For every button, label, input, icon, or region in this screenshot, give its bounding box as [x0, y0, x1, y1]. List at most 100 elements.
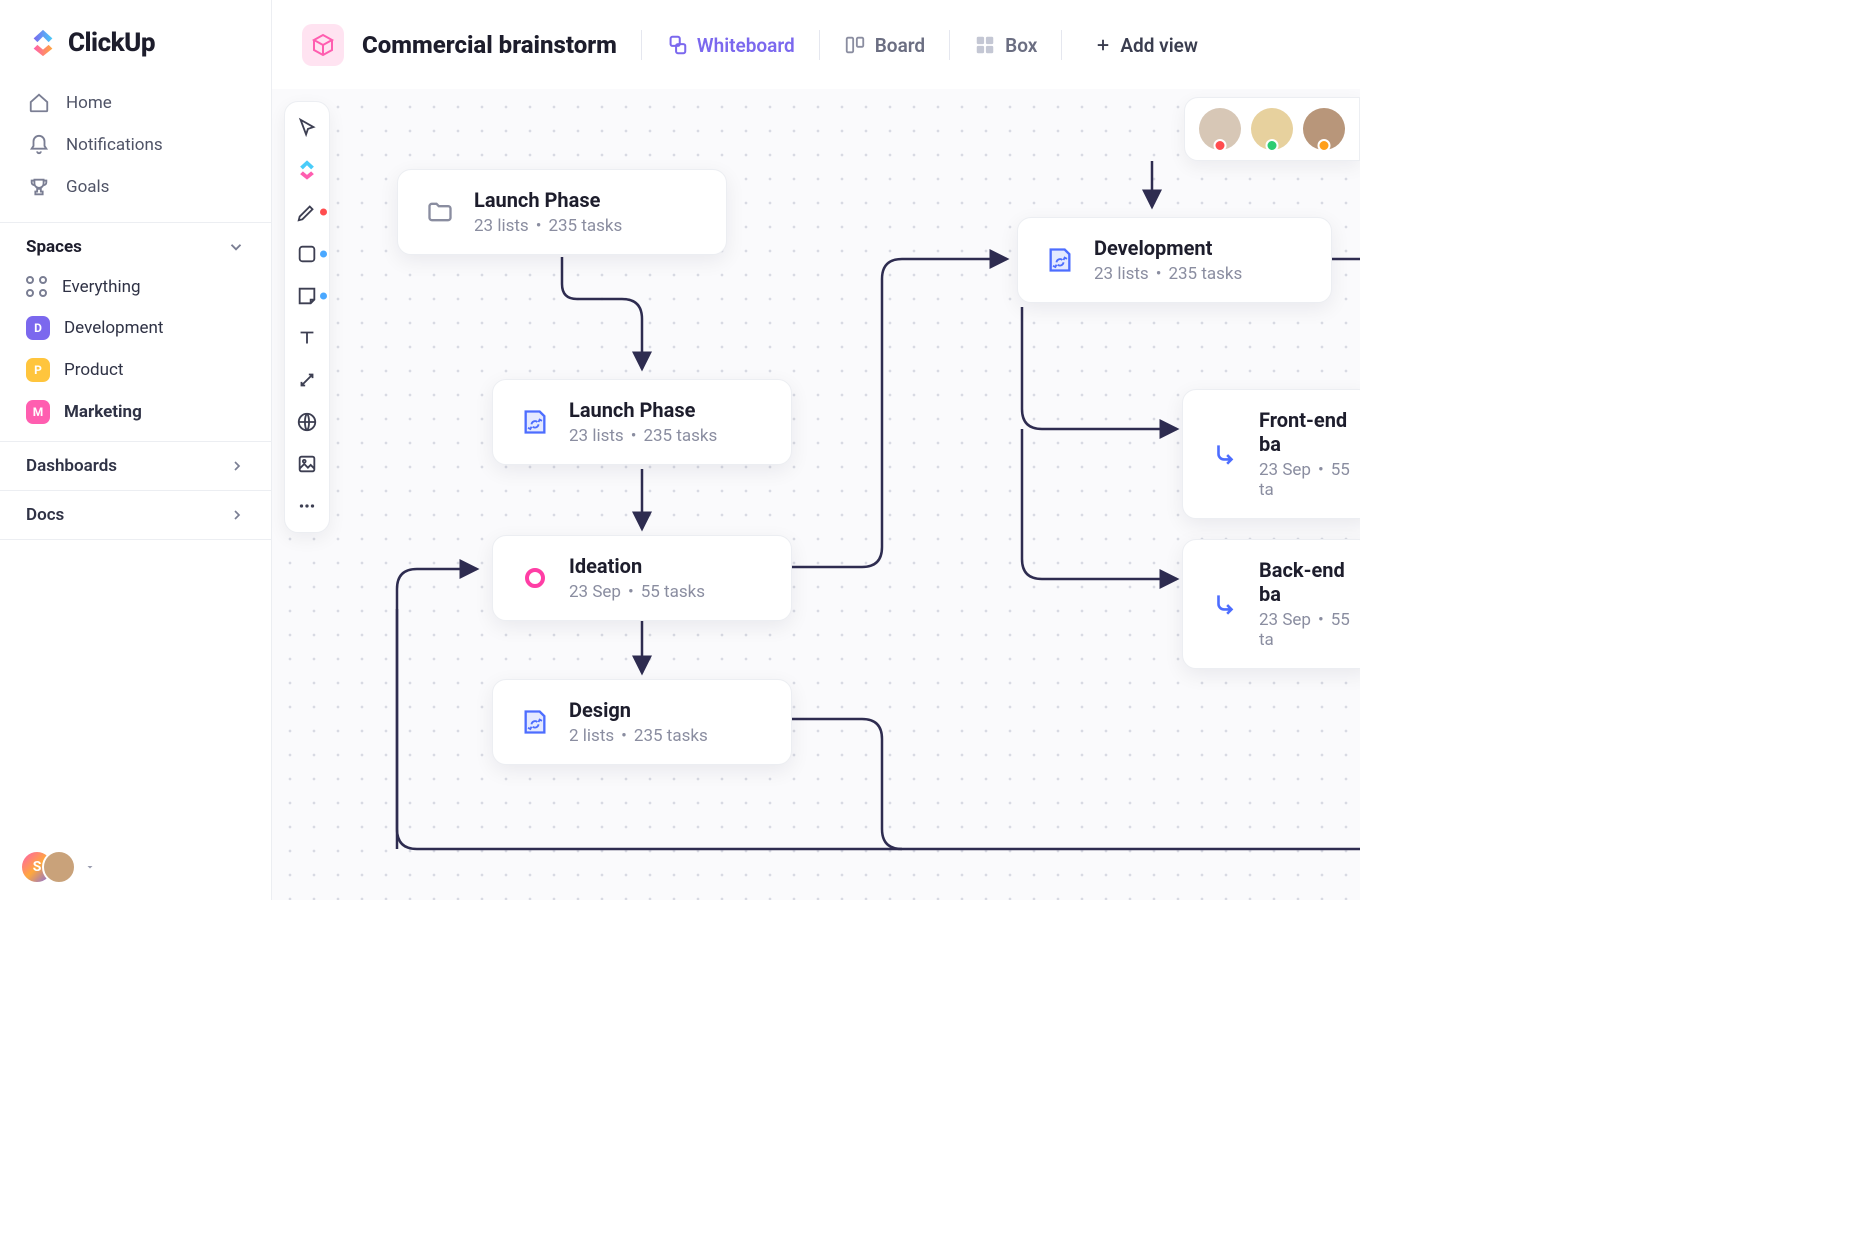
avatar	[1303, 108, 1345, 150]
bell-icon	[28, 134, 50, 156]
nav-home[interactable]: Home	[12, 82, 259, 124]
node-title: Design	[569, 698, 708, 722]
sidebar-item-marketing[interactable]: M Marketing	[0, 391, 271, 433]
sidebar-item-product[interactable]: P Product	[0, 349, 271, 391]
spaces-header[interactable]: Spaces	[0, 222, 271, 267]
tab-whiteboard[interactable]: Whiteboard	[666, 34, 795, 57]
status-circle-icon	[519, 562, 551, 594]
space-badge: M	[26, 400, 50, 424]
whiteboard-icon	[666, 34, 688, 56]
node-meta: 2 lists•235 tasks	[569, 726, 708, 746]
node-meta: 23 Sep•55 ta	[1259, 610, 1360, 650]
box-icon	[974, 34, 996, 56]
clickup-logo-icon	[28, 28, 58, 58]
node-meta: 23 lists•235 tasks	[569, 426, 717, 446]
plus-icon	[1094, 36, 1112, 54]
tab-box[interactable]: Box	[974, 34, 1037, 57]
canvas-toolbar	[284, 101, 330, 533]
node-title: Launch Phase	[474, 188, 622, 212]
tab-label: Board	[875, 34, 925, 57]
chevron-right-icon	[229, 507, 245, 523]
clickup-small-icon	[295, 158, 319, 182]
tool-clickup[interactable]	[293, 156, 321, 184]
sidebar: ClickUp Home Notifications Goals Spaces …	[0, 0, 272, 900]
everything-icon	[26, 276, 48, 298]
sidebar-item-label: Everything	[62, 277, 141, 297]
node-development[interactable]: Development 23 lists•235 tasks	[1017, 217, 1332, 303]
tool-connector[interactable]	[293, 366, 321, 394]
avatar	[1199, 108, 1241, 150]
node-frontend[interactable]: Front-end ba 23 Sep•55 ta	[1182, 389, 1360, 519]
chevron-right-icon	[229, 458, 245, 474]
separator	[641, 30, 642, 60]
topbar: Commercial brainstorm Whiteboard Board B…	[272, 0, 1360, 89]
tool-web[interactable]	[293, 408, 321, 436]
user-menu[interactable]: S	[0, 834, 271, 900]
cube-icon	[311, 33, 335, 57]
node-design[interactable]: Design 2 lists•235 tasks	[492, 679, 792, 765]
separator	[1061, 30, 1062, 60]
space-badge: P	[26, 358, 50, 382]
node-title: Back-end ba	[1259, 558, 1360, 606]
nav-home-label: Home	[66, 93, 112, 113]
sidebar-item-development[interactable]: D Development	[0, 307, 271, 349]
nav-dashboards[interactable]: Dashboards	[0, 442, 271, 491]
node-title: Front-end ba	[1259, 408, 1360, 456]
color-indicator	[320, 209, 327, 216]
subtask-arrow-icon	[1209, 438, 1241, 470]
nav-notifications[interactable]: Notifications	[12, 124, 259, 166]
node-title: Ideation	[569, 554, 705, 578]
sidebar-item-label: Product	[64, 360, 123, 380]
tool-more[interactable]	[293, 492, 321, 520]
tab-label: Box	[1005, 34, 1037, 57]
add-view-button[interactable]: Add view	[1094, 34, 1198, 57]
avatar	[1251, 108, 1293, 150]
tool-text[interactable]	[293, 324, 321, 352]
nav-goals[interactable]: Goals	[12, 166, 259, 208]
sidebar-item-everything[interactable]: Everything	[0, 267, 271, 307]
sidebar-item-label: Marketing	[64, 402, 142, 422]
nav-dashboards-label: Dashboards	[26, 456, 117, 476]
add-view-label: Add view	[1120, 34, 1198, 57]
color-indicator	[320, 293, 327, 300]
node-backend[interactable]: Back-end ba 23 Sep•55 ta	[1182, 539, 1360, 669]
trophy-icon	[28, 176, 50, 198]
node-title: Launch Phase	[569, 398, 717, 422]
node-ideation[interactable]: Ideation 23 Sep•55 tasks	[492, 535, 792, 621]
tab-board[interactable]: Board	[844, 34, 925, 57]
node-launch-phase[interactable]: Launch Phase 23 lists•235 tasks	[492, 379, 792, 465]
page-title: Commercial brainstorm	[362, 31, 617, 59]
list-sync-icon	[519, 406, 551, 438]
node-meta: 23 Sep•55 ta	[1259, 460, 1360, 500]
node-meta: 23 lists•235 tasks	[474, 216, 622, 236]
tool-image[interactable]	[293, 450, 321, 478]
color-indicator	[320, 251, 327, 258]
node-launch-folder[interactable]: Launch Phase 23 lists•235 tasks	[397, 169, 727, 255]
node-title: Development	[1094, 236, 1242, 260]
whiteboard-canvas[interactable]: Launch Phase 23 lists•235 tasks Launch P…	[272, 89, 1360, 900]
space-badge: D	[26, 316, 50, 340]
avatar-stack: S	[20, 850, 76, 884]
folder-icon	[424, 196, 456, 228]
nav-notifications-label: Notifications	[66, 135, 163, 155]
node-meta: 23 Sep•55 tasks	[569, 582, 705, 602]
separator	[819, 30, 820, 60]
nav-docs[interactable]: Docs	[0, 491, 271, 540]
tool-shape[interactable]	[293, 240, 321, 268]
tool-pointer[interactable]	[293, 114, 321, 142]
spaces-header-label: Spaces	[26, 237, 82, 257]
caret-down-icon	[84, 861, 96, 873]
nav-docs-label: Docs	[26, 505, 64, 525]
brand-name: ClickUp	[68, 28, 155, 58]
brand-row: ClickUp	[0, 0, 271, 78]
avatar-photo	[42, 850, 76, 884]
separator	[949, 30, 950, 60]
home-icon	[28, 92, 50, 114]
collaborators[interactable]	[1184, 97, 1360, 161]
tool-pen[interactable]	[293, 198, 321, 226]
sidebar-item-label: Development	[64, 318, 163, 338]
tab-label: Whiteboard	[697, 34, 795, 57]
whiteboard-badge	[302, 24, 344, 66]
chevron-down-icon	[227, 238, 245, 256]
tool-sticky[interactable]	[293, 282, 321, 310]
